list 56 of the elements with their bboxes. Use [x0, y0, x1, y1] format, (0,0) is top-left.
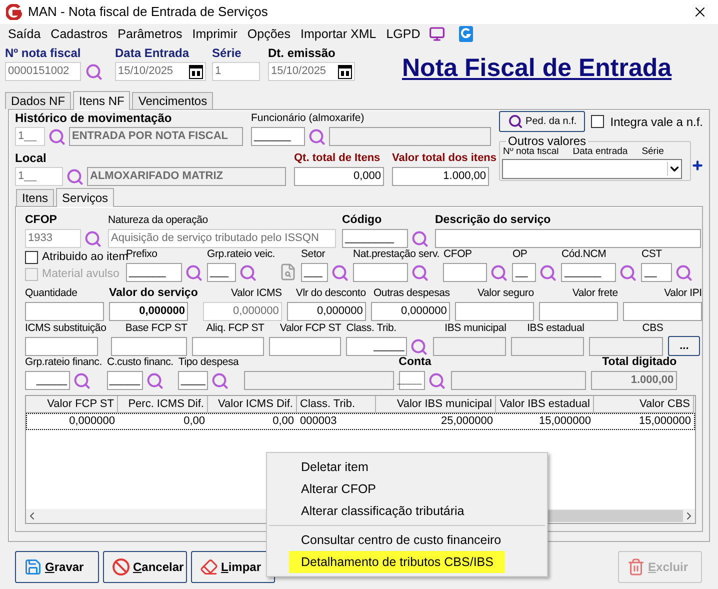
field-label: Qt. total de Itens: [294, 151, 382, 165]
checkbox-label: Integra vale a n.f.: [610, 114, 703, 130]
field-label: Funcionário (almoxarife): [251, 112, 366, 125]
column-label: Data entrada: [572, 147, 628, 157]
field-label: Valor frete: [572, 287, 618, 300]
field-label: IBS estadual: [527, 322, 584, 335]
column-label: Série: [642, 147, 664, 157]
field-label: IBS municipal: [444, 322, 506, 335]
field-label: Tipo despesa: [178, 356, 239, 369]
field-label: Conta: [398, 356, 432, 369]
field-label: Grp.rateio veic.: [207, 248, 275, 261]
field-label: Base FCP ST: [125, 322, 188, 335]
field-label: CFOP: [25, 214, 57, 227]
field-label: Local: [15, 151, 48, 165]
field-label: C.custo financ.: [106, 356, 174, 369]
checkbox-label: Material avulso: [42, 267, 120, 282]
table-cell-text: 000003: [299, 414, 338, 429]
field-label: Grp.rateio financ.: [25, 356, 102, 369]
field-label: ICMS substituição: [25, 322, 106, 335]
field-label: OP: [512, 248, 528, 261]
field-label: Valor IPI: [664, 287, 702, 300]
field-label: Outras despesas: [373, 287, 450, 300]
field-label: Setor: [301, 248, 326, 261]
page-heading: Nota Fiscal de Entrada: [402, 53, 672, 84]
table-cell-text: 25,000000: [440, 414, 494, 429]
field-label: Valor seguro: [478, 287, 534, 300]
field-label: Aliq. FCP ST: [206, 322, 264, 335]
table-cell-text: 0,000000: [68, 414, 116, 429]
field-label: Descrição do serviço: [435, 214, 551, 227]
field-label: Dt. emissão: [268, 46, 336, 60]
field-label: Série: [212, 46, 242, 60]
field-label: Valor ICMS: [230, 287, 282, 300]
field-label: Valor do serviço: [109, 287, 198, 300]
field-label: Valor FCP ST: [280, 322, 342, 335]
field-label: Cód.NCM: [561, 248, 606, 261]
field-label: Data Entrada: [115, 46, 190, 60]
field-label: Vlr do desconto: [296, 287, 366, 300]
table-cell-text: 15,000000: [638, 414, 692, 429]
field-label: CBS: [642, 322, 664, 335]
field-label: Quantidade: [25, 287, 78, 300]
field-label: Prefixo: [126, 248, 158, 260]
table-cell-text: 0,00: [272, 414, 295, 429]
field-label: Código: [342, 214, 382, 227]
field-label: Histórico de movimentação: [15, 111, 173, 125]
field-label: Class. Trib.: [346, 322, 396, 335]
group-title: Outros valores: [506, 134, 588, 148]
table-cell-text: 15,000000: [538, 414, 592, 429]
field-label: Total digitado: [602, 356, 677, 369]
field-label: Nº nota fiscal: [5, 46, 82, 60]
field-label: CST: [641, 248, 662, 261]
field-label: CFOP: [443, 248, 472, 261]
field-label: Nat.prestação serv.: [353, 248, 440, 261]
window-title: MAN - Nota fiscal de Entrada de Serviços: [28, 3, 268, 22]
table-cell-text: 0,00: [182, 414, 206, 429]
field-label: Valor total dos itens: [392, 151, 497, 165]
field-label: Natureza da operação: [108, 214, 208, 227]
